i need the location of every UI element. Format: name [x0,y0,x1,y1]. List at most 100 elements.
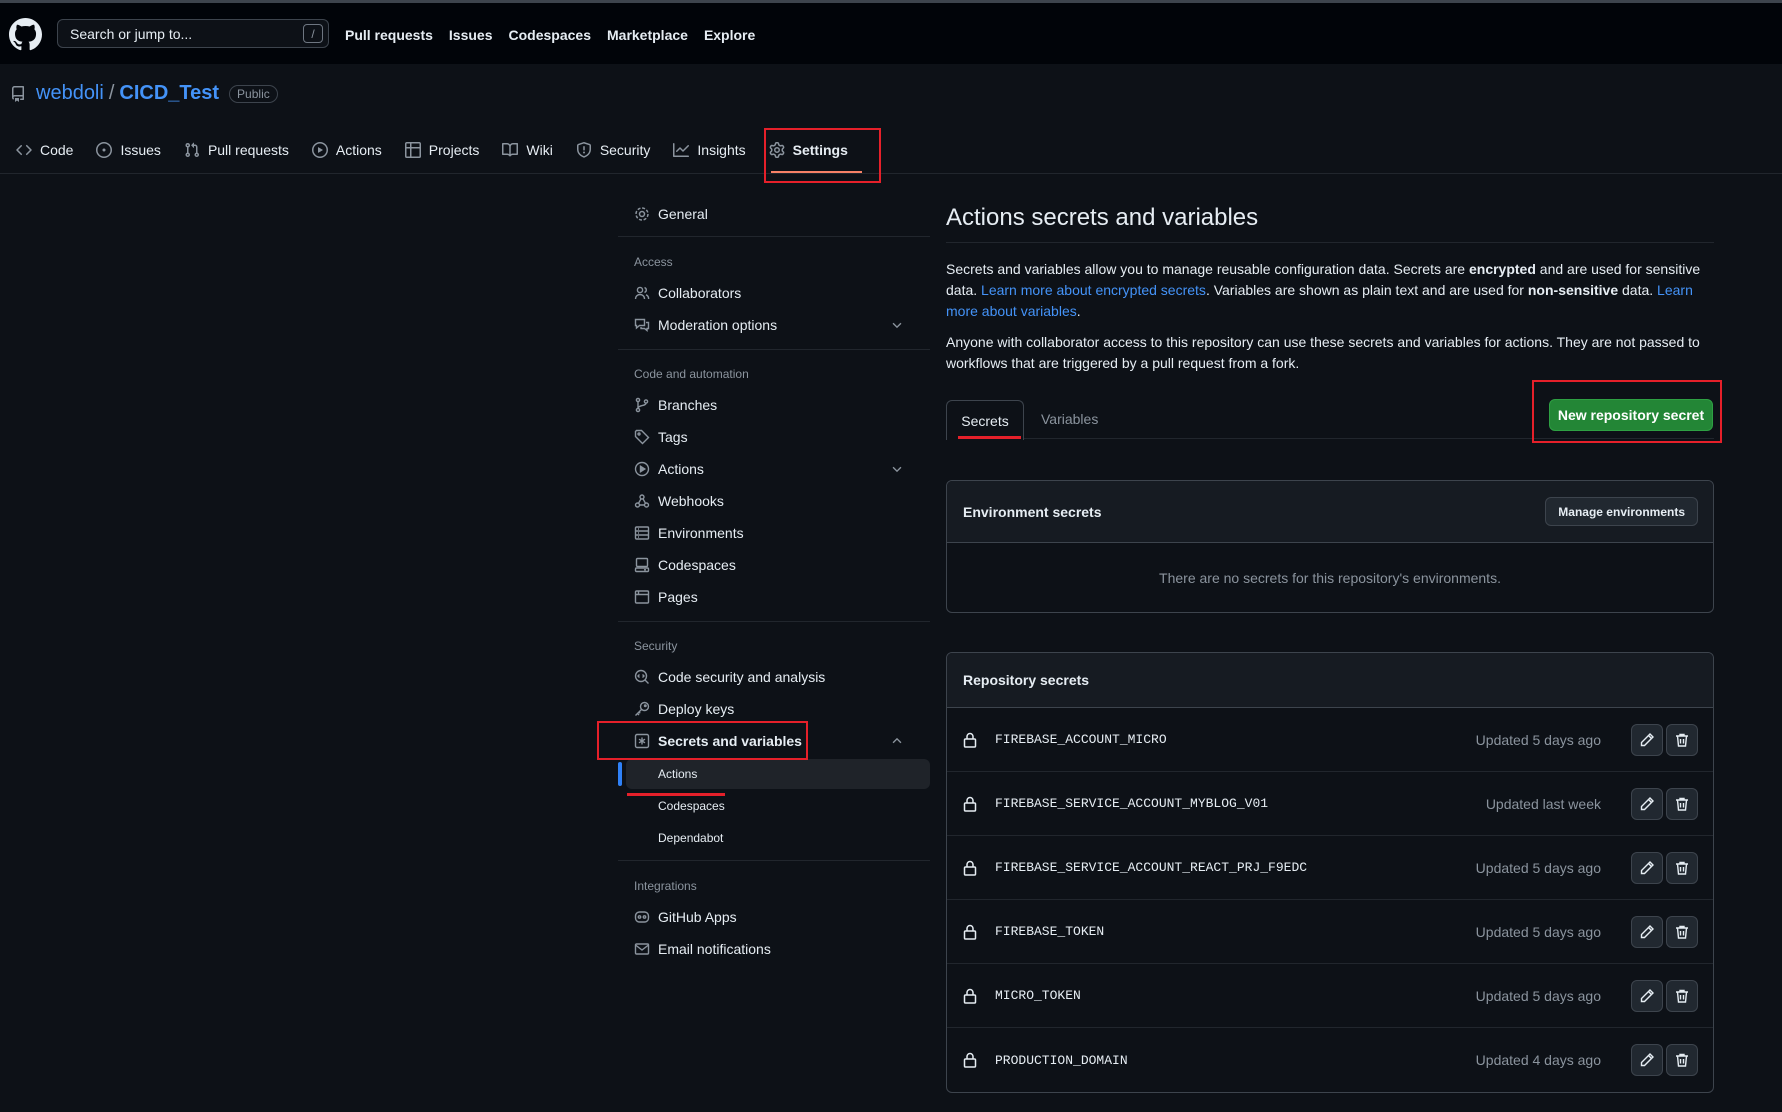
tab-actions-label: Actions [335,142,382,158]
sidebar-item-label: Code security and analysis [658,669,826,685]
edit-secret-button[interactable] [1631,788,1663,820]
page-title: Actions secrets and variables [946,204,1259,231]
sidebar-item-email-notifications[interactable]: Email notifications [618,933,922,965]
secret-row: FIREBASE_SERVICE_ACCOUNT_MYBLOG_V01 Updat… [947,772,1713,836]
tab-variables[interactable]: Variables [1041,411,1098,427]
edit-secret-button[interactable] [1631,724,1663,756]
edit-secret-button[interactable] [1631,980,1663,1012]
sidebar-heading-integrations: Integrations [634,879,697,893]
repo-name-link[interactable]: CICD_Test [119,82,219,105]
delete-secret-button[interactable] [1666,980,1698,1012]
secret-row: PRODUCTION_DOMAIN Updated 4 days ago [947,1028,1713,1092]
delete-secret-button[interactable] [1666,916,1698,948]
sidebar-subitem-dependabot[interactable]: Dependabot [658,831,723,845]
pencil-icon [1640,797,1654,811]
secret-name: FIREBASE_SERVICE_ACCOUNT_MYBLOG_V01 [995,796,1269,811]
nav-marketplace[interactable]: Marketplace [607,27,688,43]
tab-secrets[interactable]: Secrets [946,400,1024,440]
github-logo-icon[interactable] [9,18,42,51]
tab-projects[interactable]: Projects [404,140,479,160]
play-icon [311,142,328,158]
delete-secret-button[interactable] [1666,788,1698,820]
edit-secret-button[interactable] [1631,1044,1663,1076]
secret-name: PRODUCTION_DOMAIN [995,1052,1128,1068]
tab-issues[interactable]: Issues [96,140,161,160]
nav-pull-requests[interactable]: Pull requests [345,27,433,43]
manage-environments-button[interactable]: Manage environments [1545,497,1698,526]
tab-actions[interactable]: Actions [311,140,382,160]
sidebar-item-label: Webhooks [658,493,724,509]
sidebar-item-environments[interactable]: Environments [618,517,922,549]
chevron-down-icon[interactable] [890,462,904,476]
issue-icon [96,142,113,158]
lock-icon [963,796,977,812]
nav-issues[interactable]: Issues [449,27,493,43]
trash-icon [1676,989,1688,1003]
sidebar-item-label: Codespaces [658,557,736,573]
nav-explore[interactable]: Explore [704,27,755,43]
sidebar-divider [618,621,930,622]
edit-secret-button[interactable] [1631,852,1663,884]
sidebar-item-branches[interactable]: Branches [618,389,922,421]
server-icon [634,526,650,540]
sidebar-item-webhooks[interactable]: Webhooks [618,485,922,517]
key-icon [635,701,650,716]
visibility-badge: Public [229,84,278,103]
sidebar-divider [618,349,930,350]
trash-icon [1676,861,1688,875]
secret-updated: Updated 5 days ago [1475,923,1601,940]
search-input[interactable]: Search or jump to... / [57,19,329,48]
edit-secret-button[interactable] [1631,916,1663,948]
secret-row: FIREBASE_ACCOUNT_MICRO Updated 5 days ago [947,708,1713,772]
chevron-up-icon[interactable] [890,734,904,748]
sidebar-item-tags[interactable]: Tags [618,421,922,453]
sidebar-item-label: Pages [658,589,698,605]
sidebar-item-label: Collaborators [658,285,742,301]
tab-pull-requests[interactable]: Pull requests [184,140,289,160]
global-header: Search or jump to... / Pull requests Iss… [0,3,1782,64]
sidebar-item-collaborators[interactable]: Collaborators [618,277,922,309]
chevron-down-icon[interactable] [890,318,904,332]
environment-secrets-empty: There are no secrets for this repository… [1159,569,1501,586]
sidebar-item-label: Actions [658,461,704,477]
sidebar-subitem-codespaces[interactable]: Codespaces [658,799,725,813]
sidebar-heading-security: Security [634,639,678,653]
intro-text: data. [1618,282,1658,298]
sidebar-item-github-apps[interactable]: GitHub Apps [618,901,922,933]
tab-code[interactable]: Code [16,140,73,160]
learn-encrypted-secrets-link[interactable]: Learn more about encrypted secrets [981,282,1206,298]
search-placeholder: Search or jump to... [70,25,193,42]
tab-insights[interactable]: Insights [673,140,746,160]
sidebar-subitem-actions[interactable]: Actions [658,767,697,781]
code-icon [16,144,32,156]
sidebar-item-codespaces[interactable]: Codespaces [618,549,922,581]
global-nav: Pull requests Issues Codespaces Marketpl… [345,27,755,43]
tabs-divider [0,173,1782,174]
pull-request-icon [185,142,199,158]
intro-text: . Variables are shown as plain text and … [1205,282,1528,298]
lock-icon [963,860,977,876]
repo-icon [11,85,24,102]
tab-pull-requests-label: Pull requests [207,142,289,158]
sidebar-item-label: Deploy keys [658,701,735,717]
sidebar-item-pages[interactable]: Pages [618,581,922,613]
underline-tab-secrets [958,436,1021,439]
delete-secret-button[interactable] [1666,852,1698,884]
sidebar-item-actions[interactable]: Actions [618,453,922,485]
shield-icon [576,142,591,158]
sidebar-item-code-security[interactable]: Code security and analysis [618,661,922,693]
repository-secrets-header: Repository secrets [947,653,1713,708]
sidebar-item-general[interactable]: General [618,198,922,230]
delete-secret-button[interactable] [1666,1044,1698,1076]
tab-security[interactable]: Security [576,140,650,160]
tab-wiki[interactable]: Wiki [502,140,553,160]
delete-secret-button[interactable] [1666,724,1698,756]
underline-subitem-actions [627,793,725,796]
nav-codespaces[interactable]: Codespaces [509,27,591,43]
secret-updated: Updated 5 days ago [1475,987,1601,1004]
secret-name: FIREBASE_SERVICE_ACCOUNT_REACT_PRJ_F9EDC [995,860,1308,875]
sidebar-item-moderation[interactable]: Moderation options [618,309,922,341]
sidebar-item-label: Moderation options [658,317,778,333]
repo-owner-link[interactable]: webdoli [36,82,104,105]
table-icon [404,142,421,158]
